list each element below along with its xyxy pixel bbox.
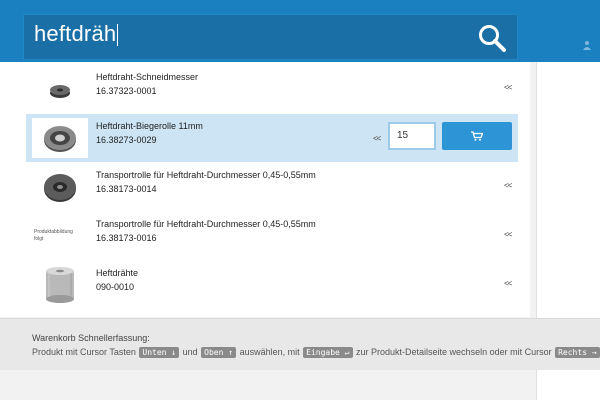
result-code: 16.38273-0029 [96,135,157,145]
product-image [32,69,88,109]
expand-arrow[interactable]: << [504,181,512,190]
search-bar[interactable]: heftdräh [23,14,518,60]
text-caret [117,24,119,47]
product-image [32,118,88,158]
search-input[interactable]: heftdräh [34,21,119,47]
placeholder-label: Produktabbildung [34,229,73,235]
quick-entry-help: Warenkorb Schnellerfassung: Produkt mit … [0,318,600,370]
user-icon[interactable] [582,40,592,50]
product-image-placeholder: Produktabbildung folgt [32,216,88,256]
result-title: Heftdrähte [96,268,139,278]
result-title: Heftdraht-Biegerolle 11mm [96,121,203,131]
result-title: Transportrolle für Heftdraht-Durchmesser… [96,170,316,180]
key-down: Unten ↓ [139,347,180,358]
result-row[interactable]: Heftdraht-Schneidmesser 16.37323-0001 << [26,65,518,113]
expand-arrow[interactable]: << [504,83,512,92]
cutter-disc-image [50,85,70,98]
result-row[interactable]: Produktabbildung folgt Transportrolle fü… [26,212,518,260]
placeholder-label: folgt [34,236,44,242]
expand-arrow[interactable]: << [504,230,512,239]
cart-icon [471,131,483,141]
result-code: 16.38173-0014 [96,184,157,194]
product-image [32,265,88,305]
search-results: Heftdraht-Schneidmesser 16.37323-0001 <<… [0,62,530,317]
transport-roller-image [44,174,76,202]
result-code: 090-0010 [96,282,135,292]
search-button[interactable] [477,23,507,53]
result-row[interactable]: Transportrolle für Heftdraht-Durchmesser… [26,163,518,211]
result-code: 16.38173-0016 [96,233,157,243]
result-row[interactable]: Heftdrähte 090-0010 << [26,261,518,309]
key-enter: Eingabe ↵ [303,347,353,358]
result-code: 16.37323-0001 [96,86,157,96]
result-row-selected[interactable]: Heftdraht-Biegerolle 11mm 16.38273-0029 … [26,114,518,162]
add-to-cart-button[interactable] [442,122,512,150]
help-title: Warenkorb Schnellerfassung: [32,333,150,343]
product-image [32,167,88,207]
result-title: Transportrolle für Heftdraht-Durchmesser… [96,219,316,229]
wire-spool-image [46,267,74,303]
key-up: Oben ↑ [201,347,237,358]
bending-roller-image [44,126,76,152]
help-text: Produkt mit Cursor Tasten Unten ↓ und Ob… [32,347,600,358]
key-right: Rechts → [555,347,600,358]
result-title: Heftdraht-Schneidmesser [96,72,199,82]
collapse-arrow[interactable]: << [373,134,381,143]
quantity-input[interactable]: 15 [388,122,436,150]
expand-arrow[interactable]: << [504,279,512,288]
search-icon [479,25,506,52]
